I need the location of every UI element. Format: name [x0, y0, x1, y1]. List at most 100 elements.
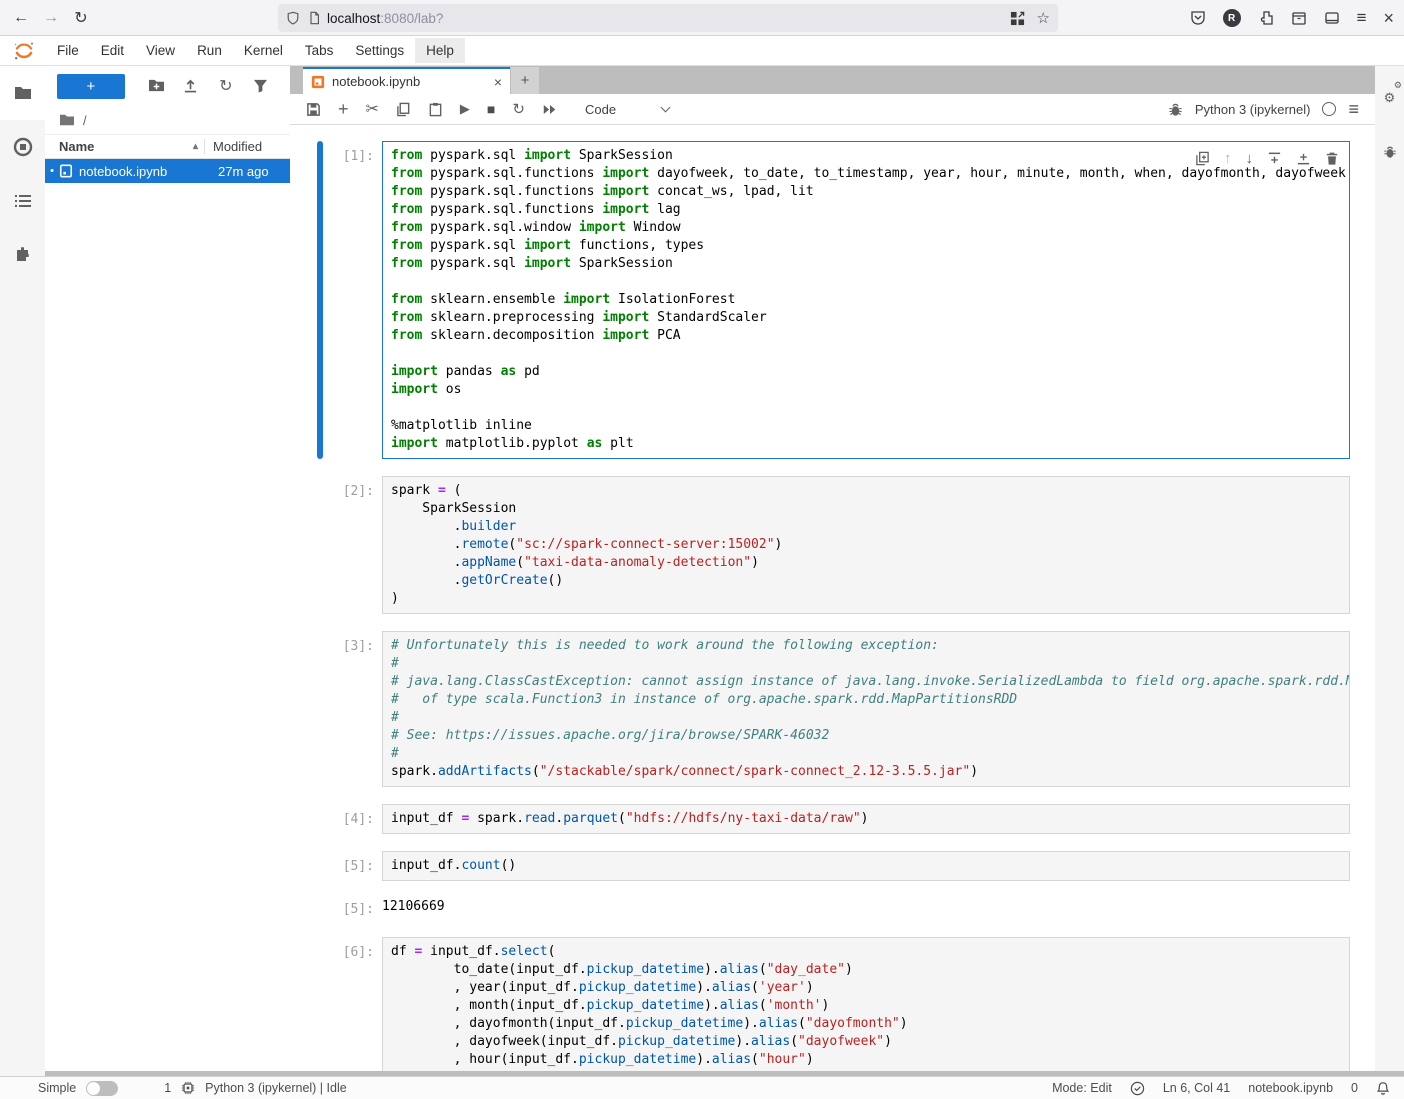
code-line: SparkSession — [391, 500, 1341, 518]
menu-item-settings[interactable]: Settings — [344, 38, 415, 63]
notebook-cell[interactable]: [5]:input_df.count() — [317, 851, 1350, 881]
refresh-icon[interactable]: ↻ — [208, 76, 243, 96]
breadcrumb[interactable]: / — [45, 106, 290, 134]
upload-icon[interactable] — [174, 77, 209, 95]
sidebar-tab-extension-manager[interactable] — [0, 228, 45, 282]
save-icon[interactable] — [306, 102, 321, 117]
insert-cell-below-icon[interactable] — [1296, 151, 1311, 166]
back-icon[interactable]: ← — [6, 9, 36, 27]
code-line: from sklearn.ensemble import IsolationFo… — [391, 291, 1341, 309]
code-line: spark.addArtifacts("/stackable/spark/con… — [391, 763, 1341, 781]
file-list-header: Name▴ Modified — [45, 134, 290, 159]
notebook-cell[interactable]: [3]:# Unfortunately this is needed to wo… — [317, 631, 1350, 787]
profile-avatar[interactable]: R — [1223, 9, 1241, 27]
cell-list: [1]:from pyspark.sql import SparkSession… — [290, 141, 1375, 1071]
menu-item-tabs[interactable]: Tabs — [294, 38, 345, 63]
mode-indicator[interactable]: Mode: Edit — [1052, 1081, 1112, 1095]
sidebar-tab-file-browser[interactable] — [0, 66, 45, 120]
cell-type-value: Code — [585, 102, 616, 117]
terminals-count[interactable]: 1 — [164, 1081, 171, 1095]
pocket-icon[interactable] — [1190, 10, 1206, 26]
kernel-name[interactable]: Python 3 (ipykernel) — [1195, 102, 1311, 117]
tab-close-icon[interactable]: × — [494, 74, 502, 90]
menu-item-run[interactable]: Run — [186, 38, 233, 63]
paste-icon[interactable] — [428, 102, 443, 117]
reload-icon[interactable]: ↻ — [66, 8, 96, 28]
new-folder-icon[interactable] — [139, 77, 174, 95]
move-cell-down-icon[interactable]: ↓ — [1246, 152, 1254, 166]
property-inspector-tab[interactable]: ⚙⚙ — [1375, 78, 1404, 118]
new-launcher-button[interactable]: + — [57, 74, 125, 99]
shield-icon — [286, 11, 300, 25]
insert-cell-above-icon[interactable] — [1267, 151, 1282, 166]
notebook-cell[interactable]: [2]:spark = ( SparkSession .builder .rem… — [317, 476, 1350, 614]
toggle-knob — [87, 1082, 100, 1095]
library-icon[interactable] — [1291, 10, 1307, 26]
cell-editor[interactable]: df = input_df.select( to_date(input_df.p… — [382, 937, 1350, 1071]
menu-item-file[interactable]: File — [46, 38, 90, 63]
cell-editor[interactable]: input_df = spark.read.parquet("hdfs://hd… — [382, 804, 1350, 834]
code-line: # of type scala.Function3 in instance of… — [391, 691, 1341, 709]
cell-editor[interactable]: spark = ( SparkSession .builder .remote(… — [382, 476, 1350, 614]
add-cell-icon[interactable]: + — [338, 99, 349, 120]
file-row-notebook[interactable]: • notebook.ipynb 27m ago — [45, 159, 290, 183]
tab-notebook[interactable]: notebook.ipynb × — [303, 67, 510, 94]
move-cell-up-icon[interactable]: ↑ — [1224, 152, 1232, 166]
run-icon[interactable]: ▶ — [460, 101, 470, 117]
code-line: to_date(input_df.pickup_datetime).alias(… — [391, 961, 1341, 979]
new-tab-button[interactable]: + — [511, 67, 539, 94]
simple-mode-label: Simple — [38, 1081, 76, 1095]
copy-icon[interactable] — [396, 102, 411, 117]
url-host: localhost — [327, 11, 380, 26]
duplicate-cell-icon[interactable] — [1195, 151, 1210, 166]
menu-item-help[interactable]: Help — [415, 38, 465, 63]
cell-editor[interactable]: # Unfortunately this is needed to work a… — [382, 631, 1350, 787]
cell-editor[interactable]: from pyspark.sql import SparkSessionfrom… — [382, 141, 1350, 459]
browser-menu-icon[interactable]: ≡ — [1357, 8, 1367, 28]
url-bar[interactable]: localhost:8080/lab? ☆ — [278, 4, 1058, 32]
menu-item-kernel[interactable]: Kernel — [233, 38, 294, 63]
screenshot-grid-icon[interactable] — [1010, 11, 1025, 26]
cut-icon[interactable]: ✂ — [366, 99, 379, 119]
column-name[interactable]: Name▴ — [45, 139, 204, 154]
kernel-status-icon[interactable] — [1322, 102, 1336, 116]
breadcrumb-folder-icon — [59, 113, 75, 127]
sidebar-icon[interactable] — [1324, 10, 1340, 26]
notebook-cell[interactable]: [4]:input_df = spark.read.parquet("hdfs:… — [317, 804, 1350, 834]
menu-item-view[interactable]: View — [135, 38, 186, 63]
stop-icon[interactable]: ■ — [487, 101, 495, 117]
bell-icon[interactable] — [1376, 1081, 1390, 1096]
notebook-scroll-area[interactable]: [1]:from pyspark.sql import SparkSession… — [290, 126, 1375, 1071]
menubar-items: FileEditViewRunKernelTabsSettingsHelp — [46, 38, 465, 63]
notebook-cell[interactable]: [6]:df = input_df.select( to_date(input_… — [317, 937, 1350, 1071]
cursor-position[interactable]: Ln 6, Col 41 — [1163, 1081, 1230, 1095]
debugger-tab[interactable] — [1375, 132, 1404, 172]
bookmark-star-icon[interactable]: ☆ — [1037, 9, 1050, 27]
restart-icon[interactable]: ↻ — [512, 100, 525, 118]
main-area: + ↻ / Name▴ Modified • notebook.ipynb 27… — [0, 66, 1404, 1076]
sidebar-tab-running-kernels[interactable] — [0, 120, 45, 174]
trust-shield-icon[interactable] — [1130, 1081, 1145, 1096]
cell-toolbar: ↑ ↓ — [1195, 151, 1339, 166]
url-path: :8080/lab? — [380, 11, 443, 26]
filter-icon[interactable] — [243, 77, 278, 95]
breadcrumb-root[interactable]: / — [83, 113, 87, 128]
cell-type-select[interactable]: Code — [585, 102, 669, 117]
debugger-bug-icon[interactable] — [1168, 102, 1183, 117]
extensions-icon[interactable] — [1258, 10, 1274, 26]
menu-item-edit[interactable]: Edit — [90, 38, 135, 63]
simple-mode-toggle[interactable] — [86, 1081, 118, 1096]
window-close-icon[interactable]: × — [1383, 8, 1394, 29]
delete-cell-icon[interactable] — [1325, 151, 1339, 166]
code-line: from pyspark.sql import functions, types — [391, 237, 1341, 255]
forward-icon[interactable]: → — [36, 9, 66, 27]
notebook-cell[interactable]: [1]:from pyspark.sql import SparkSession… — [317, 141, 1350, 459]
statusbar-filename: notebook.ipynb — [1248, 1081, 1333, 1095]
sidebar-tab-table-of-contents[interactable] — [0, 174, 45, 228]
code-line: df = input_df.select( — [391, 943, 1341, 961]
toolbar-menu-icon[interactable]: ≡ — [1348, 99, 1359, 120]
kernel-status-text[interactable]: Python 3 (ipykernel) | Idle — [205, 1081, 347, 1095]
run-all-icon[interactable] — [542, 103, 558, 116]
cell-editor[interactable]: input_df.count() — [382, 851, 1350, 881]
column-modified[interactable]: Modified — [204, 139, 290, 154]
